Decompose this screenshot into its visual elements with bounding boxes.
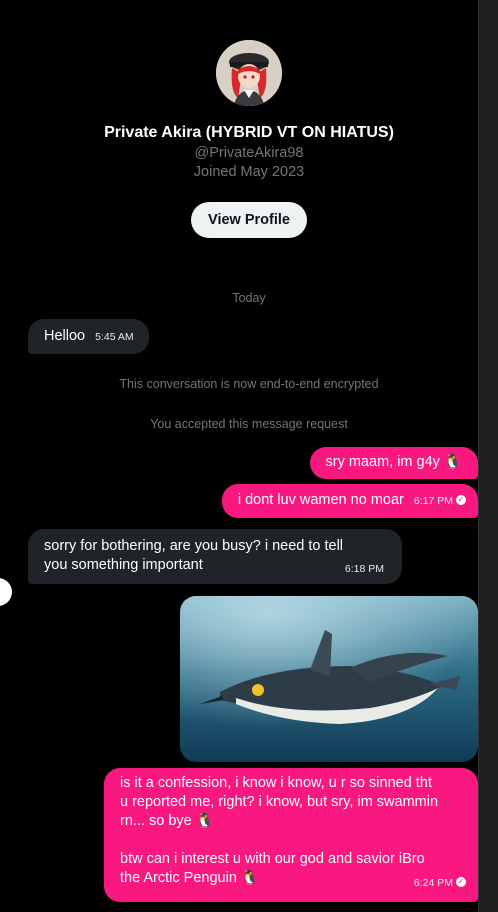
- message-text: Helloo: [44, 328, 86, 344]
- message-text-line: is it a confession, i know i know, u r s…: [120, 775, 432, 791]
- avatar[interactable]: [216, 40, 282, 106]
- read-check-icon: ✓: [456, 495, 466, 506]
- message-text-line: btw can i interest u with our god and sa…: [120, 851, 425, 867]
- message-time: 5:45 AM: [95, 331, 134, 343]
- profile-header: Private Akira (HYBRID VT ON HIATUS) @Pri…: [0, 40, 498, 238]
- message-text-line: u reported me, right? i know, but sry, i…: [120, 794, 439, 810]
- avatar-image: [216, 40, 282, 106]
- joined-date: Joined May 2023: [193, 164, 305, 180]
- penguin-swimming-photo-icon: [180, 596, 478, 762]
- message-outgoing[interactable]: is it a confession, i know i know, u r s…: [104, 768, 478, 902]
- message-image[interactable]: [180, 596, 478, 762]
- message-time: 6:18 PM: [344, 563, 384, 575]
- read-check-icon: ✓: [456, 877, 466, 888]
- message-text-line: the Arctic Penguin 🐧: [120, 870, 259, 886]
- message-text-line: you something important: [44, 557, 203, 573]
- message-text-line: sorry for bothering, are you busy? i nee…: [44, 538, 344, 554]
- display-name: Private Akira (HYBRID VT ON HIATUS): [104, 124, 394, 141]
- system-message-encrypted: This conversation is now end-to-end encr…: [119, 377, 379, 391]
- message-text: sry maam, im g4y 🐧: [325, 454, 463, 470]
- view-profile-button[interactable]: View Profile: [191, 202, 307, 238]
- message-incoming[interactable]: Helloo 5:45 AM: [28, 319, 149, 354]
- message-outgoing[interactable]: sry maam, im g4y 🐧: [309, 447, 478, 479]
- message-outgoing[interactable]: i dont luv wamen no moar 6:17 PM ✓: [221, 484, 478, 518]
- message-incoming[interactable]: sorry for bothering, are you busy? i nee…: [28, 529, 402, 584]
- system-message-accepted: You accepted this message request: [150, 417, 348, 431]
- handle: @PrivateAkira98: [194, 145, 304, 161]
- message-time: 6:24 PM: [413, 877, 453, 889]
- message-text-line: rn... so bye 🐧: [120, 813, 214, 829]
- message-time: 6:17 PM: [413, 495, 453, 507]
- left-edge-button[interactable]: [0, 578, 12, 606]
- day-separator: Today: [232, 291, 266, 305]
- message-text: i dont luv wamen no moar: [237, 492, 404, 508]
